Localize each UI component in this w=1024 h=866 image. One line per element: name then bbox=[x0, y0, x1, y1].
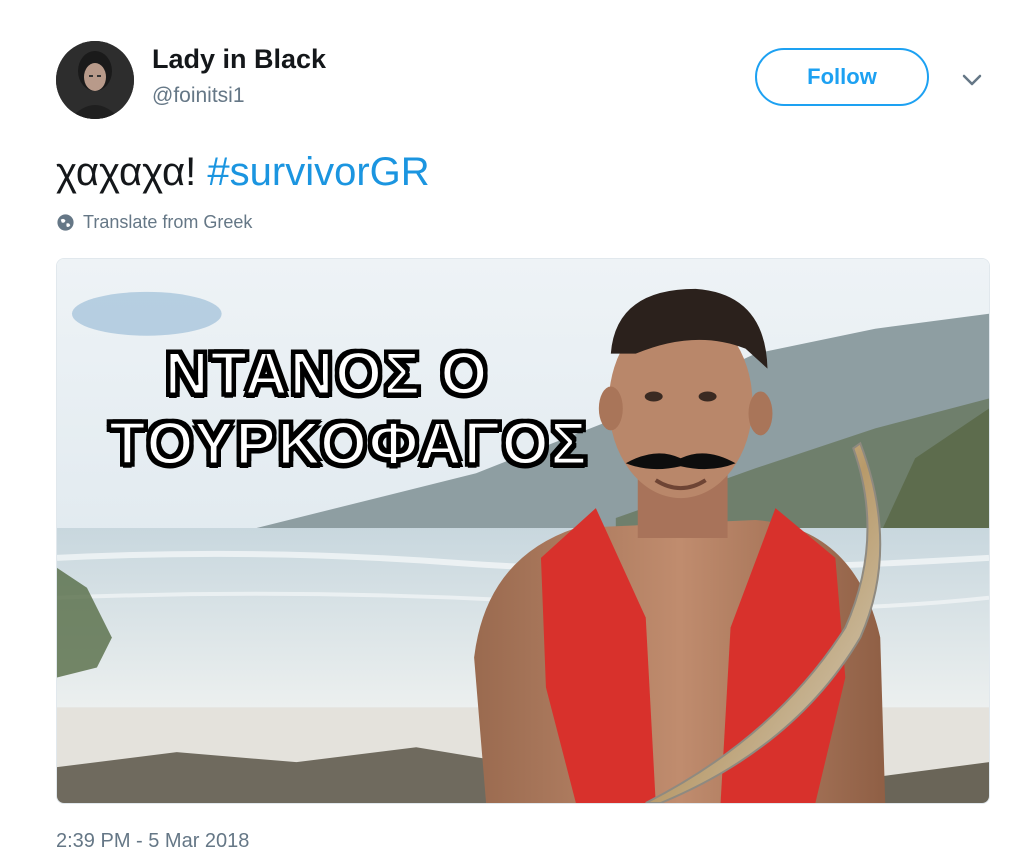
tweet-body-text: χαχαχα! bbox=[56, 150, 208, 194]
user-handle[interactable]: @foinitsi1 bbox=[152, 84, 245, 108]
meme-caption-line1: ΝΤΑΝΟΣ Ο bbox=[163, 339, 490, 409]
tweet-media-image[interactable]: ΝΤΑΝΟΣ Ο ΤΟΥΡΚΟΦΑΓΟΣ bbox=[56, 258, 990, 804]
chevron-down-icon[interactable] bbox=[958, 66, 986, 94]
display-name[interactable]: Lady in Black bbox=[152, 44, 326, 75]
tweet-card: Lady in Black @foinitsi1 Follow χαχαχα! … bbox=[0, 0, 1024, 866]
globe-icon bbox=[57, 214, 74, 231]
tweet-text: χαχαχα! #survivorGR bbox=[56, 150, 430, 195]
translate-label: Translate from Greek bbox=[83, 212, 253, 232]
avatar-image bbox=[56, 41, 134, 119]
follow-button[interactable]: Follow bbox=[755, 48, 929, 106]
meme-caption-line2: ΤΟΥΡΚΟΦΑΓΟΣ bbox=[108, 409, 589, 479]
hashtag-link[interactable]: #survivorGR bbox=[207, 150, 429, 194]
tweet-timestamp[interactable]: 2:39 PM - 5 Mar 2018 bbox=[56, 830, 249, 853]
translate-link[interactable]: Translate from Greek bbox=[56, 212, 252, 233]
avatar[interactable] bbox=[56, 41, 134, 119]
